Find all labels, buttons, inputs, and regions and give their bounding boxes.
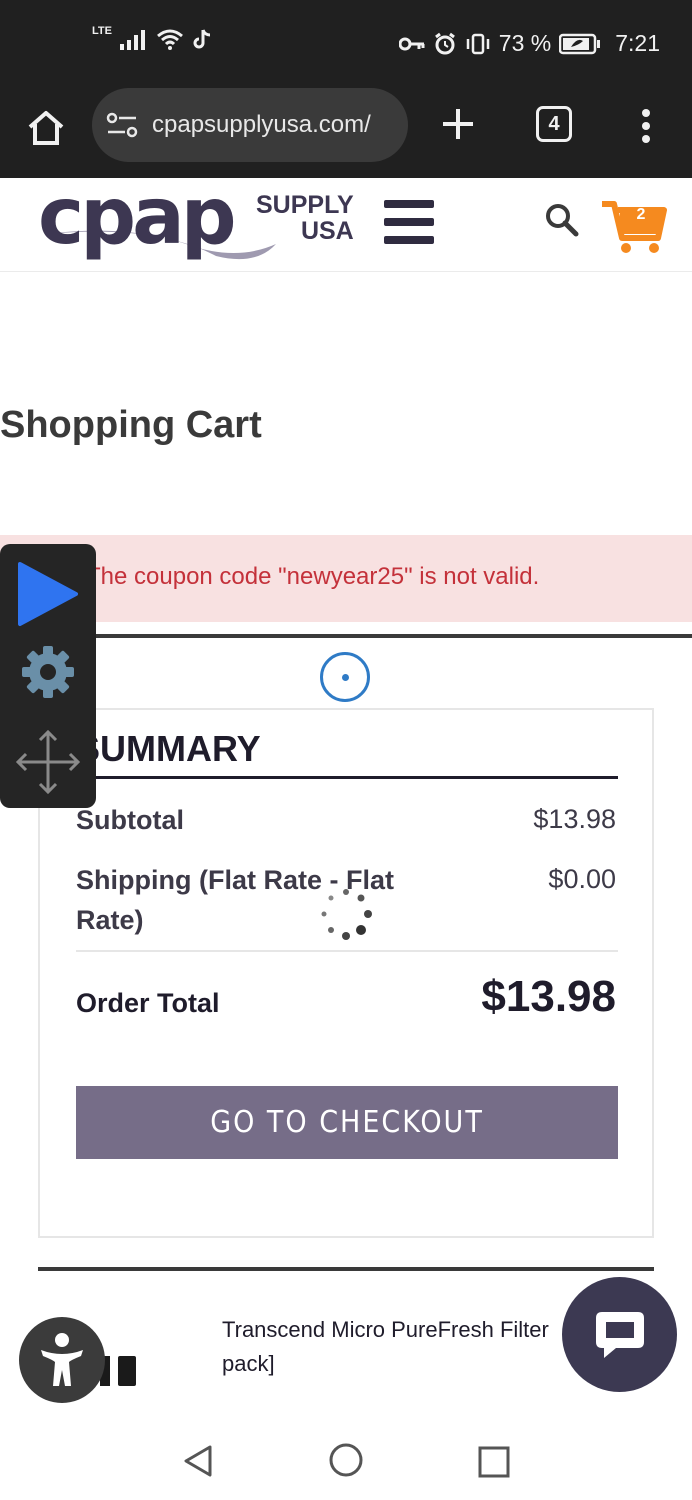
product-name-link[interactable]: Transcend Micro PureFresh Filter pack] — [222, 1313, 582, 1381]
order-total-value: $13.98 — [481, 972, 616, 1021]
summary-separator — [76, 950, 618, 952]
logo-wordmark: cpap — [38, 172, 237, 262]
radio-loading-icon — [320, 652, 370, 702]
checkout-button[interactable]: GO TO CHECKOUT — [76, 1086, 618, 1159]
accessibility-person-icon — [41, 1333, 83, 1386]
address-bar[interactable]: cpapsupplyusa.com/ — [92, 88, 408, 162]
loading-spinner-icon — [321, 889, 372, 940]
plus-icon — [443, 109, 473, 139]
more-vert-icon — [642, 109, 650, 143]
clock: 7:21 — [615, 30, 660, 56]
play-button[interactable] — [16, 560, 80, 633]
move-handle[interactable] — [14, 728, 82, 801]
search-button[interactable] — [544, 202, 580, 238]
hamburger-menu-button[interactable] — [384, 200, 434, 244]
signal-icon — [119, 30, 145, 50]
move-arrows-icon — [15, 729, 81, 795]
search-icon — [546, 204, 579, 237]
recents-square-icon — [478, 1446, 510, 1478]
cart-count-badge: 2 — [636, 206, 646, 223]
error-message-banner: The coupon code "newyear25" is not valid… — [0, 535, 692, 622]
logo-supply-text: SUPPLY — [256, 191, 354, 219]
hamburger-bar — [384, 200, 434, 208]
summary-heading: SUMMARY — [76, 728, 261, 769]
product-name-line-2: pack] — [222, 1351, 275, 1376]
tiktok-icon — [193, 29, 211, 49]
vibrate-icon — [466, 33, 490, 54]
wifi-icon — [157, 29, 183, 50]
product-thumbnail[interactable] — [100, 1354, 140, 1388]
settings-button[interactable] — [20, 644, 76, 705]
shipping-value: $0.00 — [548, 864, 616, 894]
nav-recents-button[interactable] — [478, 1446, 510, 1483]
logo-usa-text: USA — [300, 217, 354, 245]
error-message-text: The coupon code "newyear25" is not valid… — [86, 563, 540, 590]
status-right: 73 % 7:21 — [398, 30, 660, 57]
browser-menu-button[interactable] — [628, 102, 664, 150]
page-title: Shopping Cart — [0, 404, 262, 446]
site-header: cpap SUPPLY USA 2 — [0, 172, 692, 272]
alarm-icon — [434, 32, 455, 54]
key-icon — [398, 37, 425, 50]
browser-home-button[interactable] — [22, 104, 70, 152]
network-type: LTE — [92, 25, 112, 37]
cart-items-divider — [38, 1267, 654, 1271]
subtotal-value: $13.98 — [533, 804, 616, 834]
order-total-label: Order Total — [76, 988, 220, 1018]
gear-icon — [22, 646, 74, 698]
summary-heading-rule — [76, 776, 618, 779]
hamburger-bar — [384, 236, 434, 244]
status-left: LTE — [92, 25, 212, 50]
tab-switcher-button[interactable]: 4 — [536, 106, 572, 142]
browser-toolbar: cpapsupplyusa.com/ 4 — [0, 88, 692, 178]
system-nav-bar — [0, 1420, 692, 1500]
subtotal-label: Subtotal — [76, 805, 184, 835]
live-chat-button[interactable] — [562, 1277, 677, 1392]
nav-back-button[interactable] — [182, 1444, 214, 1483]
product-name-line-1: Transcend Micro PureFresh Filter — [222, 1317, 549, 1342]
back-triangle-icon — [184, 1445, 212, 1477]
logo-tagline: SUPPLY USA — [256, 192, 354, 244]
home-icon — [28, 111, 64, 145]
play-icon — [18, 562, 78, 626]
status-bar: LTE 73 % 7:21 — [0, 0, 692, 88]
section-divider — [0, 634, 692, 638]
battery-icon — [559, 33, 601, 54]
floating-media-panel — [0, 544, 96, 808]
cart-button[interactable]: 2 — [600, 198, 668, 254]
accessibility-button[interactable] — [19, 1317, 105, 1403]
new-tab-button[interactable] — [434, 100, 482, 148]
order-summary: SUMMARY Subtotal $13.98 Shipping (Flat R… — [38, 708, 654, 1238]
hamburger-bar — [384, 218, 434, 226]
site-settings-icon[interactable] — [106, 112, 138, 138]
battery-percent: 73 % — [498, 30, 552, 56]
chat-bubble-icon — [595, 1311, 644, 1358]
url-text: cpapsupplyusa.com/ — [152, 111, 371, 138]
site-logo[interactable]: cpap SUPPLY USA — [36, 172, 370, 268]
home-circle-icon — [329, 1443, 363, 1477]
nav-home-button[interactable] — [328, 1442, 364, 1483]
